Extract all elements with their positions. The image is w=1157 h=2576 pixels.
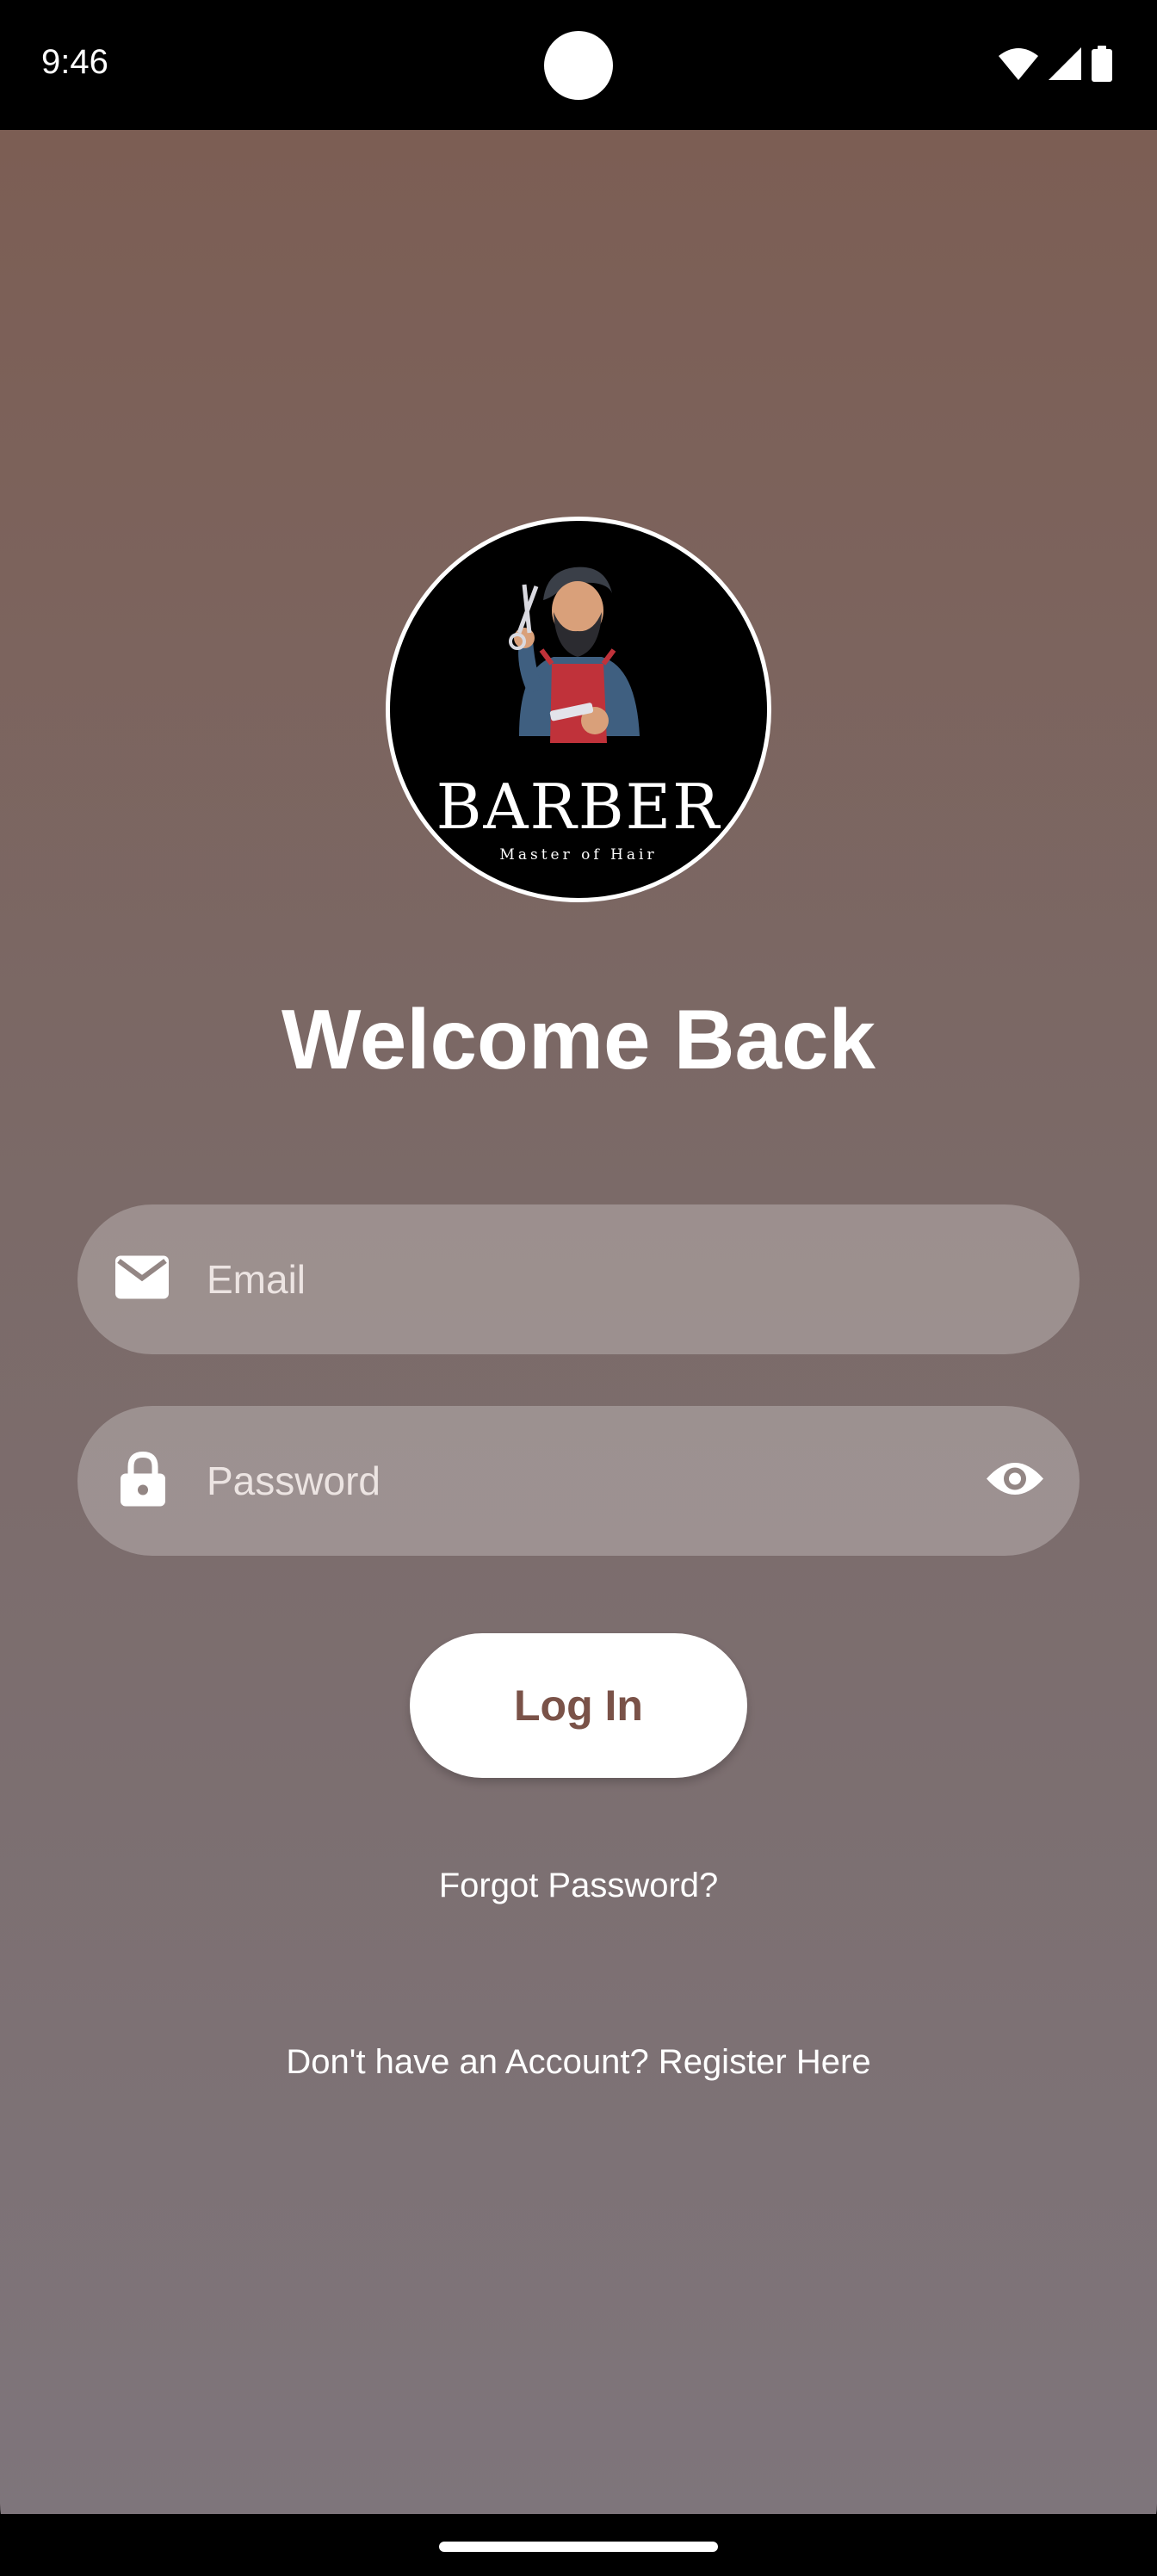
status-icons (999, 45, 1112, 83)
battery-icon (1092, 46, 1112, 82)
login-button[interactable]: Log In (410, 1633, 747, 1778)
phone-screen: 9:46 BARBER Master of Hair Welcome Back … (0, 0, 1157, 2576)
front-camera (544, 31, 613, 100)
login-screen: BARBER Master of Hair Welcome Back Email… (0, 130, 1157, 2514)
logo-tagline: Master of Hair (499, 846, 658, 864)
show-password-icon[interactable] (985, 1459, 1045, 1503)
logo-brand-text: BARBER (436, 771, 721, 843)
status-time: 9:46 (41, 43, 108, 81)
barber-logo: BARBER Master of Hair (386, 517, 771, 902)
register-link[interactable]: Don't have an Account? Register Here (0, 2043, 1157, 2082)
password-input[interactable] (207, 1406, 981, 1556)
wifi-icon (999, 47, 1038, 80)
status-bar: 9:46 (0, 0, 1157, 130)
forgot-password-link[interactable]: Forgot Password? (0, 1867, 1157, 1905)
email-icon (115, 1255, 169, 1303)
lock-icon (121, 1451, 165, 1511)
home-indicator[interactable] (439, 2542, 718, 2552)
email-input[interactable] (207, 1204, 981, 1354)
page-title: Welcome Back (282, 992, 875, 1087)
email-field[interactable] (77, 1204, 1080, 1354)
password-field[interactable] (77, 1406, 1080, 1556)
cell-signal-icon (1049, 47, 1081, 80)
